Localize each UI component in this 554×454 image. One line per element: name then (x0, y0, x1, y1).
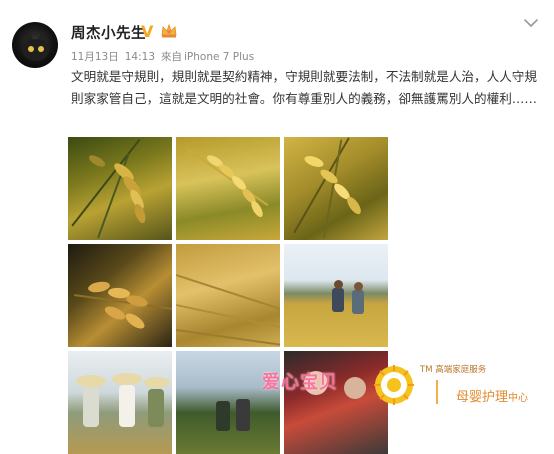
sun-logo-icon (374, 365, 414, 405)
watermark-divider (436, 380, 438, 404)
post-source-prefix: 來自 (161, 51, 182, 63)
image-grid (68, 137, 389, 454)
post-time: 14:13 (124, 51, 155, 63)
username[interactable]: 周杰小先生 (71, 22, 146, 43)
verified-badge-icon: V (141, 22, 154, 40)
post-date: 11月13日 (71, 51, 119, 63)
post-meta: 11月13日 14:13 來自 iPhone 7 Plus (71, 49, 260, 64)
watermark-tm-label: TM 高端家庭服务 (420, 365, 487, 375)
watermark-text-left: 爱心宝贝 (262, 372, 338, 393)
chevron-down-icon[interactable] (524, 18, 538, 28)
image-tile-golden-rice-panicle[interactable] (176, 137, 280, 240)
post-body-text: 文明就是守規則，規則就是契約精神，守規則就要法制，不法制就是人治，人人守規則家家… (71, 69, 537, 106)
watermark-right-small: 中心 (508, 393, 529, 404)
watermark-text-right: 母婴护理中心 (456, 386, 528, 405)
verified-badge-text: V (141, 22, 154, 40)
crown-icon (161, 23, 177, 38)
image-tile-farmers-in-field[interactable] (284, 244, 388, 347)
image-tile-field-with-trees[interactable] (176, 351, 280, 454)
avatar-cat-head (22, 39, 49, 61)
avatar-cat-eye (38, 46, 44, 52)
image-tile-farmers-with-straw-hats[interactable] (68, 351, 172, 454)
image-tile-rice-stalks-sunlight[interactable] (284, 137, 388, 240)
post-device: iPhone 7 Plus (184, 51, 255, 63)
avatar-cat-eye (28, 46, 34, 52)
image-tile-rice-ear-closeup[interactable] (68, 137, 172, 240)
image-tile-rice-field-golden[interactable] (176, 244, 280, 347)
watermark-right-main: 母婴护理 (456, 390, 509, 405)
image-tile-rice-grains-dark[interactable] (68, 244, 172, 347)
avatar[interactable] (12, 22, 58, 68)
